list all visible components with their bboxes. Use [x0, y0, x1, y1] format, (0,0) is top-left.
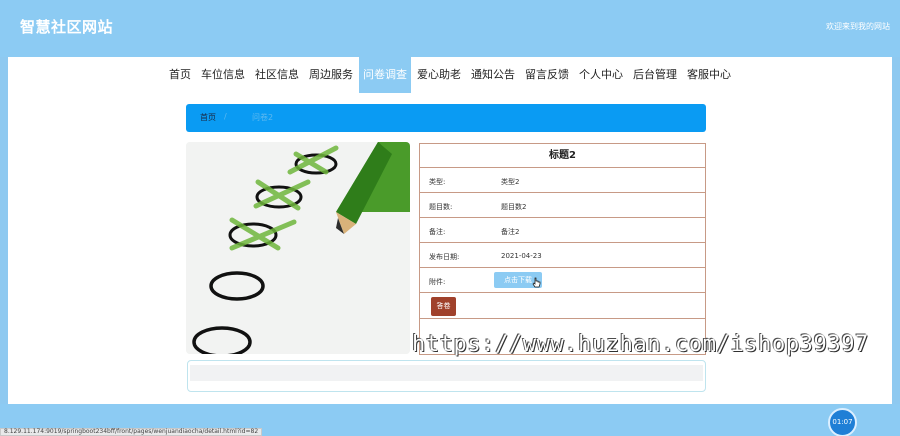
detail-value: 类型2 [501, 178, 520, 186]
survey-detail-table: 标题2 类型: 类型2 题目数: 题目数2 备注: 备注2 发布日期: 2021… [419, 143, 706, 355]
panel-header-strip [190, 365, 703, 381]
nav-item-community[interactable]: 社区信息 [251, 57, 303, 93]
breadcrumb: 首页 / 问卷2 [186, 104, 706, 132]
detail-label: 题目数: [429, 203, 453, 211]
header-bar: 智慧社区网站 欢迎来到我的网站 [0, 0, 900, 57]
detail-label: 类型: [429, 178, 446, 186]
survey-image [186, 142, 410, 354]
nav-item-admin[interactable]: 后台管理 [629, 57, 681, 93]
attachment-label: 附件: [429, 278, 446, 286]
detail-title: 标题2 [420, 144, 705, 168]
detail-row-question-count: 题目数: 题目数2 [420, 193, 705, 218]
nav-item-support[interactable]: 客服中心 [683, 57, 735, 93]
breadcrumb-separator: / [224, 112, 227, 121]
watermark-text: https://www.huzhan.com/ishop39397 [412, 332, 869, 357]
status-url: 8.129.11.174:9019/springboot234bff/front… [0, 428, 263, 436]
nav-item-elder-care[interactable]: 爱心助老 [413, 57, 465, 93]
welcome-text: 欢迎来到我的网站 [826, 22, 890, 31]
detail-label: 备注: [429, 228, 446, 236]
main-nav: 首页 车位信息 社区信息 周边服务 问卷调查 爱心助老 通知公告 留言反馈 个人… [0, 57, 900, 93]
comment-panel [187, 360, 706, 392]
detail-value: 备注2 [501, 228, 520, 236]
detail-row-attachment: 附件: 点击下载 [420, 268, 705, 293]
nav-item-notices[interactable]: 通知公告 [467, 57, 519, 93]
nav-item-feedback[interactable]: 留言反馈 [521, 57, 573, 93]
nav-item-parking[interactable]: 车位信息 [197, 57, 249, 93]
breadcrumb-home-link[interactable]: 首页 [200, 112, 216, 123]
nav-item-profile[interactable]: 个人中心 [575, 57, 627, 93]
clock-badge[interactable]: 01:07 [828, 408, 857, 436]
detail-row-remark: 备注: 备注2 [420, 218, 705, 243]
answer-survey-button[interactable]: 答卷 [431, 297, 456, 316]
hand-cursor-icon [532, 277, 541, 288]
checklist-pencil-illustration [186, 142, 410, 354]
nav-item-home[interactable]: 首页 [165, 57, 195, 93]
detail-row-publish-date: 发布日期: 2021-04-23 [420, 243, 705, 268]
site-title[interactable]: 智慧社区网站 [20, 16, 113, 37]
detail-row-type: 类型: 类型2 [420, 168, 705, 193]
detail-row-answer: 答卷 [420, 293, 705, 319]
detail-label: 发布日期: [429, 253, 460, 261]
detail-value: 题目数2 [501, 203, 527, 211]
detail-value: 2021-04-23 [501, 252, 542, 260]
nav-item-survey[interactable]: 问卷调查 [359, 57, 411, 93]
nav-item-services[interactable]: 周边服务 [305, 57, 357, 93]
breadcrumb-current: 问卷2 [252, 113, 274, 122]
